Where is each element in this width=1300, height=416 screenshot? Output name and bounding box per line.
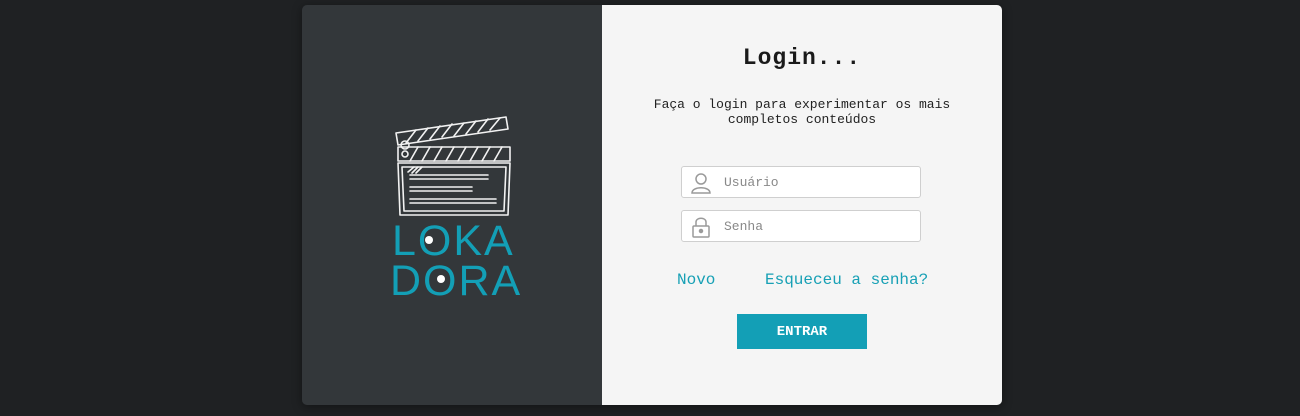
login-title: Login... bbox=[742, 45, 862, 71]
forgot-password-link[interactable]: Esqueceu a senha? bbox=[765, 271, 928, 289]
lock-icon bbox=[690, 216, 712, 243]
username-field[interactable] bbox=[681, 166, 921, 198]
user-icon bbox=[690, 172, 712, 199]
password-input[interactable] bbox=[724, 211, 914, 241]
brand-panel: LOKA DORA bbox=[302, 5, 602, 405]
login-subtitle: Faça o login para experimentar os mais c… bbox=[653, 97, 951, 127]
logo-line2: DORA bbox=[390, 257, 522, 300]
login-card: LOKA DORA Login... Faça o login para exp… bbox=[302, 5, 1002, 405]
new-account-link[interactable]: Novo bbox=[677, 271, 715, 289]
password-field[interactable] bbox=[681, 210, 921, 242]
lokadora-logo: LOKA DORA bbox=[390, 116, 522, 300]
login-button[interactable]: ENTRAR bbox=[737, 314, 867, 349]
login-form: Login... Faça o login para experimentar … bbox=[602, 5, 1002, 405]
username-input[interactable] bbox=[724, 167, 914, 197]
